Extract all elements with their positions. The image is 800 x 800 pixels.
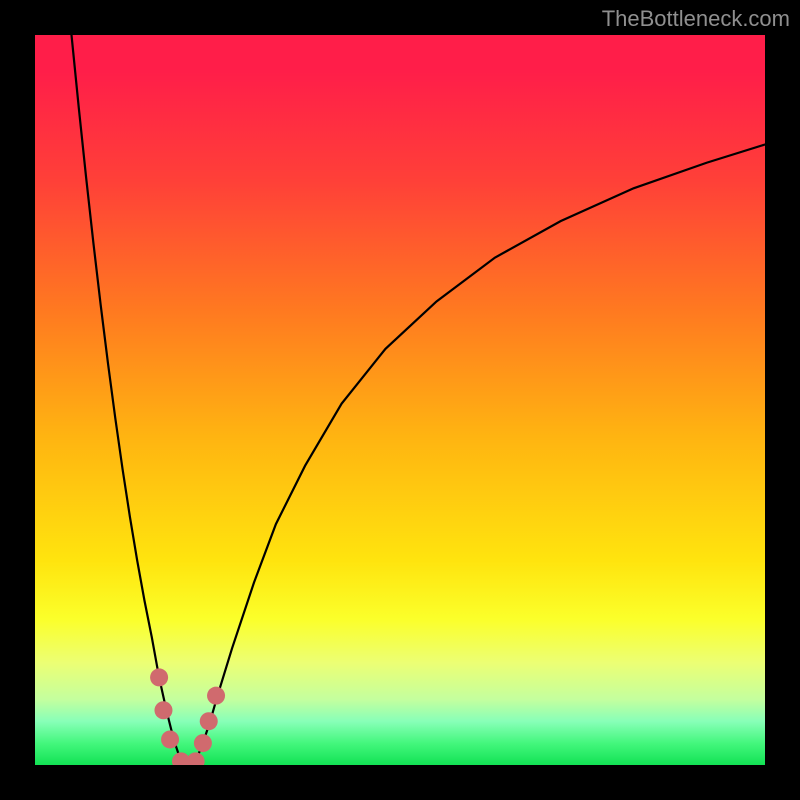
trough-marker-6 [200,712,218,730]
watermark-text: TheBottleneck.com [602,6,790,32]
trough-marker-5 [194,734,212,752]
trough-marker-2 [161,730,179,748]
trough-marker-7 [207,687,225,705]
chart-frame: TheBottleneck.com [0,0,800,800]
plot-area [35,35,765,765]
trough-marker-0 [150,668,168,686]
trough-markers [35,35,765,765]
trough-marker-4 [187,752,205,765]
trough-marker-1 [154,701,172,719]
